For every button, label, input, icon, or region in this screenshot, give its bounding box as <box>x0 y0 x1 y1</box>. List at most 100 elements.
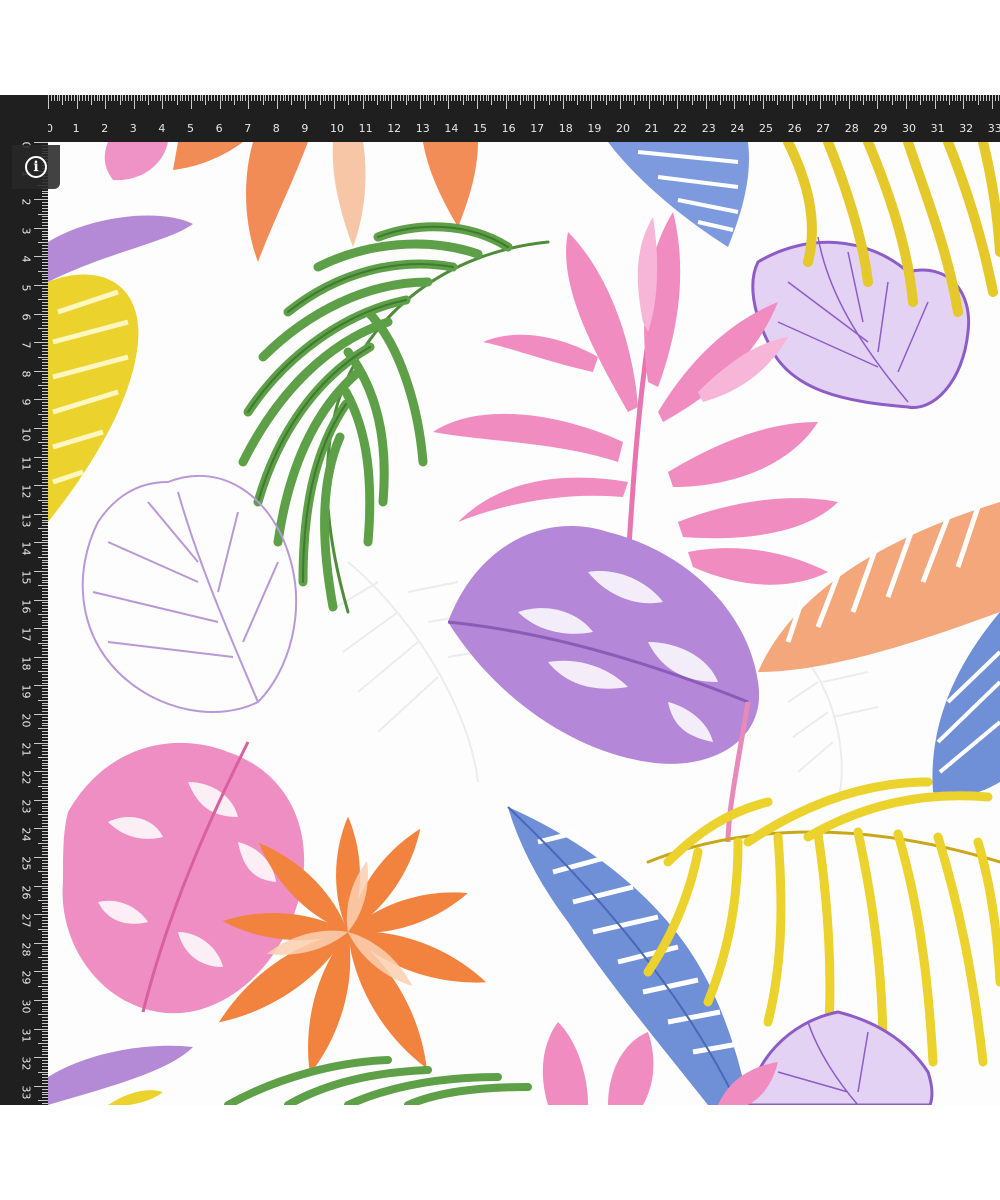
ruler-label-h: 18 <box>558 122 573 135</box>
ruler-label-v: 11 <box>19 456 33 471</box>
ruler-tick <box>34 771 48 773</box>
ruler-tick <box>142 95 144 101</box>
ruler-label-v: 2 <box>19 198 33 206</box>
ruler-tick <box>651 95 653 101</box>
ruler-tick <box>494 95 496 101</box>
ruler-tick <box>368 95 370 101</box>
ruler-tick <box>359 95 361 101</box>
ruler-tick <box>694 95 696 101</box>
ruler-tick <box>954 95 956 101</box>
ruler-tick <box>34 857 48 858</box>
ruler-label-v: 20 <box>19 713 33 728</box>
info-button[interactable]: i <box>12 145 60 189</box>
ruler-tick <box>697 95 699 101</box>
ruler-tick <box>791 95 793 109</box>
ruler-tick <box>65 95 67 101</box>
ruler-tick <box>843 95 845 101</box>
ruler-label-h: 31 <box>930 122 945 135</box>
ruler-label-v: 33 <box>19 1085 33 1100</box>
ruler-tick <box>637 95 639 101</box>
ruler-tick <box>145 95 147 101</box>
ruler-tick <box>871 95 873 101</box>
ruler-tick <box>38 756 48 758</box>
ruler-tick <box>34 571 48 572</box>
ruler-tick <box>625 95 627 101</box>
ruler-tick <box>394 95 396 101</box>
ruler-tick <box>265 95 267 101</box>
ruler-label-h: 17 <box>530 122 545 135</box>
ruler-tick <box>233 95 235 105</box>
ruler-tick <box>891 95 893 105</box>
ruler-tick <box>562 95 564 109</box>
ruler-tick <box>231 95 233 101</box>
ruler-tick <box>34 714 48 715</box>
ruler-tick <box>228 95 230 101</box>
ruler-tick <box>585 95 587 101</box>
ruler-tick <box>422 95 424 101</box>
ruler-tick <box>668 95 670 101</box>
ruler-tick <box>276 95 278 109</box>
ruler-tick <box>245 95 247 101</box>
ruler-tick <box>34 456 48 458</box>
ruler-tick <box>414 95 416 101</box>
ruler-tick <box>505 95 507 109</box>
ruler-tick <box>34 513 48 515</box>
ruler-tick <box>497 95 499 101</box>
ruler-tick <box>763 95 764 109</box>
ruler-label-h: 11 <box>358 122 373 135</box>
ruler-tick <box>170 95 172 101</box>
ruler-tick <box>113 95 115 101</box>
ruler-label-h: 1 <box>72 122 80 135</box>
ruler-tick <box>491 95 493 105</box>
ruler-label-v: 17 <box>19 627 33 642</box>
ruler-tick <box>725 95 727 101</box>
ruler-tick <box>754 95 756 101</box>
ruler-tick <box>38 213 48 215</box>
ruler-tick <box>557 95 559 101</box>
ruler-tick <box>136 95 138 101</box>
ruler-tick <box>34 685 48 687</box>
ruler-tick <box>511 95 513 101</box>
ruler-tick <box>374 95 376 101</box>
ruler-tick <box>805 95 807 105</box>
ruler-label-h: 21 <box>644 122 659 135</box>
ruler-tick <box>599 95 601 101</box>
ruler-tick <box>436 95 438 101</box>
ruler-tick <box>371 95 373 101</box>
ruler-tick <box>908 95 910 101</box>
ruler-tick <box>582 95 584 101</box>
ruler-tick <box>311 95 313 101</box>
ruler-tick <box>817 95 819 101</box>
ruler-tick <box>196 95 198 101</box>
ruler-tick <box>768 95 770 101</box>
ruler-label-h: 29 <box>873 122 888 135</box>
ruler-tick <box>851 95 853 101</box>
ruler-label-v: 7 <box>19 341 33 349</box>
fabric-pattern <box>48 142 1000 1105</box>
ruler-tick <box>299 95 301 101</box>
ruler-tick <box>960 95 962 101</box>
ruler-tick <box>38 327 48 329</box>
ruler-tick <box>38 385 48 387</box>
ruler-tick <box>620 95 621 109</box>
ruler-tick <box>825 95 827 101</box>
ruler-tick <box>657 95 659 101</box>
ruler-tick <box>308 95 310 101</box>
ruler-label-v: 16 <box>19 599 33 614</box>
ruler-tick <box>34 1085 48 1087</box>
ruler-tick <box>717 95 719 101</box>
ruler-tick <box>642 95 644 101</box>
ruler-tick <box>76 95 78 109</box>
ruler-tick <box>185 95 187 101</box>
ruler-tick <box>820 95 822 109</box>
ruler-tick <box>448 95 450 109</box>
ruler-tick <box>38 499 48 501</box>
ruler-tick <box>677 95 679 109</box>
ruler-tick <box>662 95 664 105</box>
ruler-tick <box>102 95 104 101</box>
ruler-tick <box>105 95 107 109</box>
ruler-tick <box>38 613 48 615</box>
ruler-tick <box>928 95 930 101</box>
ruler-tick <box>202 95 204 101</box>
ruler-tick <box>62 95 64 105</box>
